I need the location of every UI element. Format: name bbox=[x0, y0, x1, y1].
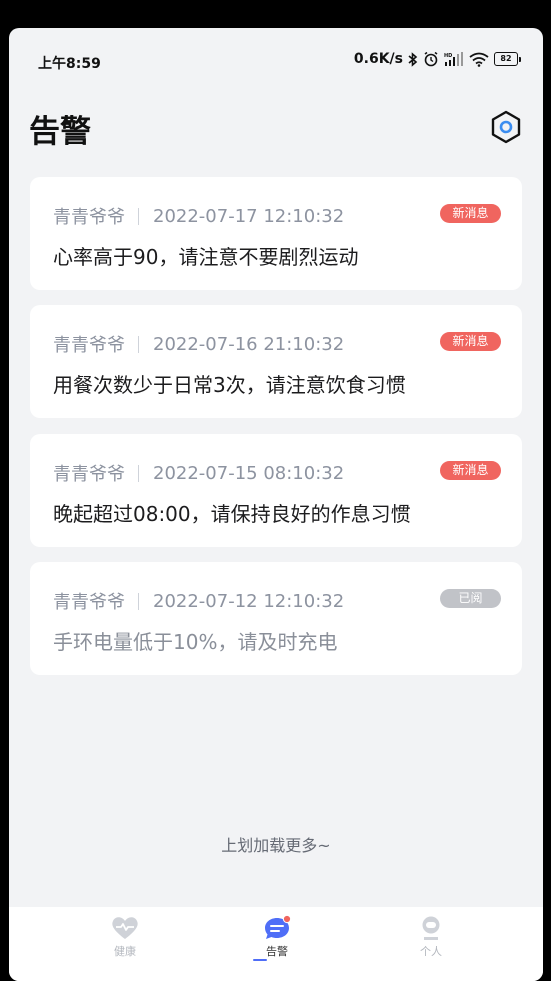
status-time: 上午8:59 bbox=[38, 56, 101, 72]
active-tab-indicator bbox=[253, 959, 267, 961]
alert-meta: 青青爷爷 2022-07-12 12:10:32 bbox=[53, 588, 344, 614]
network-speed: 0.6K/s bbox=[353, 51, 403, 67]
status-icons: 0.6K/s HD 82 bbox=[354, 51, 521, 67]
alert-person: 青青爷爷 bbox=[53, 464, 125, 485]
settings-hex-icon[interactable] bbox=[489, 110, 523, 144]
alert-message: 手环电量低于10%，请及时充电 bbox=[53, 630, 338, 654]
battery-icon: 82 bbox=[494, 52, 521, 66]
alert-person: 青青爷爷 bbox=[53, 592, 125, 613]
alarm-icon bbox=[424, 51, 438, 67]
wifi-icon bbox=[469, 52, 489, 67]
alert-card[interactable]: 青青爷爷 2022-07-15 08:10:32 新消息 晚起超过08:00，请… bbox=[30, 434, 522, 547]
divider bbox=[138, 207, 139, 225]
tab-label: 个人 bbox=[420, 945, 442, 958]
page-title: 告警 bbox=[29, 114, 91, 150]
alert-card[interactable]: 青青爷爷 2022-07-16 21:10:32 新消息 用餐次数少于日常3次，… bbox=[30, 305, 522, 418]
alert-meta: 青青爷爷 2022-07-17 12:10:32 bbox=[53, 203, 344, 229]
message-icon bbox=[265, 915, 292, 939]
battery-level: 82 bbox=[494, 52, 518, 66]
signal-icon: HD bbox=[444, 51, 463, 66]
alert-meta: 青青爷爷 2022-07-15 08:10:32 bbox=[53, 460, 344, 486]
tab-profile[interactable]: 个人 bbox=[391, 915, 471, 959]
heart-icon bbox=[112, 917, 138, 939]
divider bbox=[138, 592, 139, 610]
tab-health[interactable]: 健康 bbox=[85, 915, 165, 959]
alert-message: 心率高于90，请注意不要剧烈运动 bbox=[53, 245, 359, 269]
tab-label: 健康 bbox=[114, 945, 136, 958]
status-badge: 新消息 bbox=[440, 461, 501, 480]
svg-text:HD: HD bbox=[444, 53, 452, 59]
status-bar: 上午8:59 0.6K/s HD 82 bbox=[9, 28, 543, 92]
alert-message: 晚起超过08:00，请保持良好的作息习惯 bbox=[53, 502, 411, 526]
phone-screen: 上午8:59 0.6K/s HD 82 告警 青青爷爷 2022-07-17 1… bbox=[9, 28, 543, 981]
alert-time: 2022-07-17 12:10:32 bbox=[153, 205, 345, 227]
alert-card[interactable]: 青青爷爷 2022-07-12 12:10:32 已阅 手环电量低于10%，请及… bbox=[30, 562, 522, 675]
alert-time: 2022-07-15 08:10:32 bbox=[153, 462, 345, 484]
tab-label: 告警 bbox=[266, 945, 288, 958]
alert-person: 青青爷爷 bbox=[53, 207, 125, 228]
tab-alerts[interactable]: 告警 bbox=[237, 915, 317, 959]
divider bbox=[138, 335, 139, 353]
alert-person: 青青爷爷 bbox=[53, 335, 125, 356]
alert-time: 2022-07-12 12:10:32 bbox=[153, 590, 345, 612]
load-more-hint: 上划加载更多~ bbox=[221, 836, 331, 855]
alert-card[interactable]: 青青爷爷 2022-07-17 12:10:32 新消息 心率高于90，请注意不… bbox=[30, 177, 522, 290]
status-badge: 新消息 bbox=[440, 332, 501, 351]
alert-meta: 青青爷爷 2022-07-16 21:10:32 bbox=[53, 331, 344, 357]
bottom-tab-bar: 健康 告警 个人 bbox=[9, 907, 543, 981]
person-icon bbox=[422, 916, 440, 940]
status-badge: 新消息 bbox=[440, 204, 501, 223]
bluetooth-icon bbox=[408, 51, 418, 67]
alert-message: 用餐次数少于日常3次，请注意饮食习惯 bbox=[53, 373, 406, 397]
divider bbox=[138, 464, 139, 482]
alert-time: 2022-07-16 21:10:32 bbox=[153, 333, 345, 355]
status-badge: 已阅 bbox=[440, 589, 501, 608]
